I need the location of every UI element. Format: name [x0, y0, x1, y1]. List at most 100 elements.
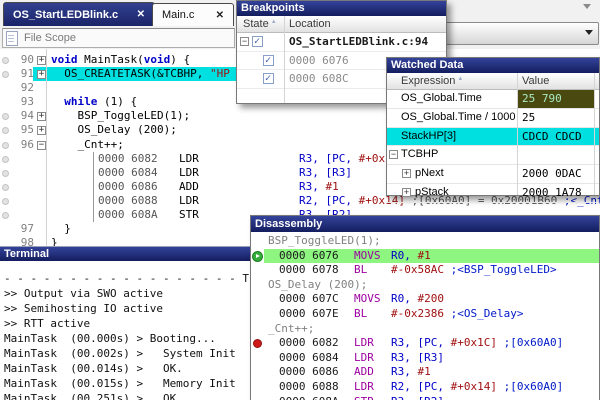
asm-address: 0000 6078 — [279, 263, 339, 277]
asm-mnemonic: LDR — [179, 165, 199, 179]
watch-row[interactable]: − TCBHP — [387, 146, 599, 166]
disasm-row[interactable]: 0000 6076 MOVS R0, #1 — [251, 248, 599, 264]
code-segment: while — [64, 95, 98, 109]
column-divider — [284, 16, 285, 103]
asm-operand: #1 — [417, 365, 431, 379]
column-divider — [594, 73, 595, 195]
watched-data-panel-header[interactable]: Watched Data — [387, 58, 599, 73]
asm-operand: R3, [R3] — [391, 350, 444, 364]
column-value[interactable]: Value — [522, 73, 549, 89]
asm-address: 0000 607E — [279, 306, 339, 320]
tab-os-startledblink[interactable]: OS_StartLEDBlink.c ✕ — [3, 2, 155, 26]
asm-operand: R3, [PC, — [391, 336, 451, 350]
asm-address: 0000 6086 — [279, 365, 339, 379]
breakpoint-icon[interactable] — [253, 339, 262, 349]
asm-operand: ;[0x60A0] — [496, 379, 564, 393]
gutter-dot-icon[interactable] — [2, 169, 9, 177]
disasm-row[interactable]: OS_Delay (200); — [251, 278, 599, 293]
watch-row[interactable]: + pStack 2000 1A78 — [387, 184, 599, 203]
tab-main[interactable]: Main.c ✕ — [152, 3, 234, 26]
sort-arrow-icon: ▲ — [457, 76, 464, 82]
disassembly-panel-header[interactable]: Disassembly — [251, 216, 599, 232]
asm-operand: #-0x2386 — [391, 306, 451, 320]
disasm-row[interactable]: 0000 6078 BL #-0x58AC ;<BSP_ToggleLED> — [251, 263, 599, 278]
watched-data-panel: Watched Data Expression ▲ Value OS_Global… — [386, 57, 600, 203]
watch-row[interactable]: OS_Global.Time 25 790 — [387, 90, 599, 109]
watch-row[interactable]: OS_Global.Time / 1000 25 — [387, 109, 599, 128]
expand-toggle-icon[interactable]: − — [240, 37, 249, 46]
asm-operand: #-0x58AC — [391, 263, 451, 277]
asm-operand: R0, — [391, 292, 418, 306]
toolbar-overflow-icon[interactable] — [583, 4, 591, 9]
gutter-dot-icon[interactable] — [2, 155, 9, 163]
watch-value: 2000 1A78 — [522, 185, 582, 199]
disasm-row[interactable]: 0000 6088 LDR R2, [PC, #+0x14] ;[0x60A0] — [251, 380, 599, 395]
fold-toggle-icon[interactable]: + — [37, 70, 46, 80]
asm-operand: R2, [PC, — [391, 379, 451, 393]
asm-mnemonic: MOVS — [354, 292, 381, 306]
gutter-dot-icon[interactable] — [2, 57, 9, 64]
sort-arrow-icon: ▲ — [270, 19, 277, 25]
asm-address: 0000 6082 — [279, 336, 339, 350]
file-scope-selector[interactable]: File Scope — [2, 28, 235, 48]
asm-mnemonic: BL — [354, 263, 368, 277]
fold-toggle-icon[interactable]: − — [37, 140, 46, 150]
breakpoint-checkbox[interactable] — [263, 52, 274, 69]
asm-address: 0000 6082 — [98, 151, 158, 165]
breakpoints-panel-header[interactable]: Breakpoints — [237, 1, 446, 16]
asm-operand: #+0x1C] — [450, 336, 497, 350]
disassembly-panel: Disassembly BSP_ToggleLED(1); 0000 6076 MO… — [250, 215, 600, 400]
code-text: OS_CREATETASK(&TCBHP, "HP — [51, 67, 230, 80]
disasm-row[interactable]: BSP_ToggleLED(1); — [251, 234, 599, 249]
breakpoint-checkbox[interactable] — [252, 33, 263, 51]
column-location[interactable]: Location — [289, 16, 331, 32]
asm-operand: ;<OS_Delay> — [450, 306, 524, 320]
code-segment: "HP — [209, 67, 230, 81]
source-line-text: BSP_ToggleLED(1); — [268, 234, 381, 247]
watch-row[interactable]: StackHP[3] CDCD CDCD — [387, 127, 599, 147]
code-segment: OS_Delay (200); — [51, 123, 177, 137]
code-segment: (1) { — [97, 95, 138, 109]
fold-toggle-icon[interactable]: + — [37, 56, 46, 65]
breakpoint-location: 0000 608C — [289, 72, 349, 85]
breakpoint-row[interactable]: − OS_StartLEDBlink.c:94 — [237, 33, 446, 52]
asm-operand: #1 — [325, 179, 339, 193]
column-state[interactable]: State ▲ — [243, 16, 277, 34]
expand-toggle-icon[interactable]: − — [389, 150, 398, 160]
expand-toggle-icon[interactable]: + — [402, 169, 411, 179]
watch-value: CDCD CDCD — [522, 129, 582, 143]
code-segment: } — [51, 222, 71, 236]
close-tab-icon[interactable]: ✕ — [216, 10, 224, 21]
disasm-row[interactable]: 0000 608ASTRR3, [R2] — [251, 395, 599, 400]
asm-mnemonic: LDR — [354, 336, 374, 350]
expand-toggle-icon[interactable]: + — [402, 187, 411, 197]
disasm-row[interactable]: 0000 607C MOVS R0, #200 — [251, 292, 599, 307]
gutter-dot-icon[interactable] — [2, 141, 9, 149]
close-tab-icon[interactable]: ✕ — [137, 9, 145, 20]
disasm-row[interactable]: _Cnt++; — [251, 322, 599, 337]
disasm-row[interactable]: 0000 6084 LDR R3, [R3] — [251, 351, 599, 366]
watch-expression: TCBHP — [401, 148, 439, 161]
disasm-row[interactable]: 0000 607E BL #-0x2386 ;<OS_Delay> — [251, 307, 599, 322]
inline-disassembly-line: 0000 6084 LDR R3, [R3] — [93, 165, 352, 180]
watch-expression: pNext — [415, 167, 444, 180]
asm-mnemonic: LDR — [354, 379, 374, 393]
disasm-row[interactable]: 0000 6086 ADD R3, #1 — [251, 365, 599, 380]
column-expression[interactable]: Expression ▲ — [401, 73, 464, 91]
gutter-dot-icon[interactable] — [2, 183, 9, 191]
asm-operand: R3, [R3] — [299, 165, 352, 179]
breakpoint-checkbox[interactable] — [263, 70, 274, 88]
gutter-dot-icon[interactable] — [2, 212, 9, 220]
gutter-dot-icon[interactable] — [2, 197, 9, 205]
asm-mnemonic: ADD — [354, 365, 374, 379]
watch-value: 25 790 — [517, 90, 594, 108]
watch-row[interactable]: + pNext 2000 0DAC — [387, 165, 599, 184]
fold-toggle-icon[interactable]: + — [37, 126, 46, 136]
disasm-row[interactable]: 0000 6082 LDR R3, [PC, #+0x1C] ;[0x60A0] — [251, 336, 599, 351]
asm-mnemonic: MOVS — [354, 248, 381, 262]
fold-toggle-icon[interactable]: + — [37, 112, 46, 122]
